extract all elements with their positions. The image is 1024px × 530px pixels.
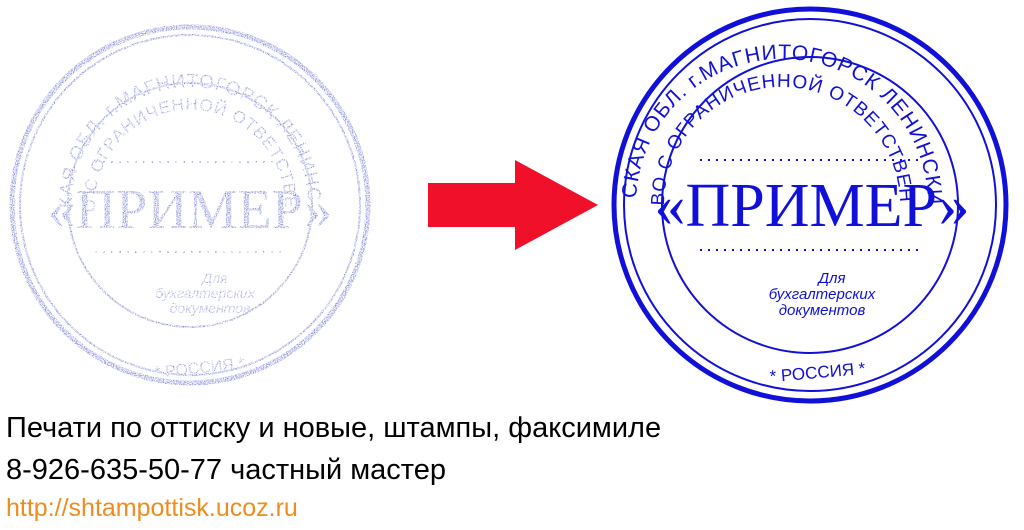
arrow-right-icon [428, 160, 598, 250]
service-description: Печати по оттиску и новые, штампы, факси… [6, 412, 662, 444]
old-stamp-sub-line1: Для [200, 270, 228, 286]
old-stamp-sub-line2: бухгалтерских [155, 285, 255, 301]
new-stamp-sub-line2: бухгалтерских [769, 286, 876, 303]
old-stamp-center-text: «ПРИМЕР» [48, 179, 333, 241]
stamps-illustration: ЧЕЛЯБИНСКАЯ ОБЛ. г.МАГНИТОГОРСК ЛЕНИНСКИ… [0, 0, 1009, 404]
new-stamp-bottom-text: * РОССИЯ * [769, 359, 867, 386]
contact-phone: 8-926-635-50-77 частный мастер [6, 454, 447, 486]
old-stamp-impression: ЧЕЛЯБИНСКАЯ ОБЛ. г.МАГНИТОГОРСК ЛЕНИНСКИ… [0, 0, 371, 386]
old-stamp-sub-line3: документов [170, 300, 251, 316]
website-link[interactable]: http://shtampottisk.ucoz.ru [6, 493, 298, 523]
new-stamp-sub-line3: документов [779, 302, 866, 319]
new-stamp-center-text: «ПРИМЕР» [654, 172, 969, 240]
new-stamp-sub-line1: Для [816, 270, 845, 287]
